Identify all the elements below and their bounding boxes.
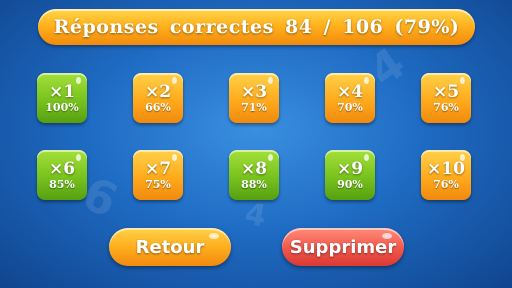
score-correct: 84 xyxy=(284,16,313,38)
table-tile-7[interactable]: ×7 75% xyxy=(133,150,183,200)
table-tile-6[interactable]: ×6 85% xyxy=(37,150,87,200)
tile-label: ×3 xyxy=(240,81,268,102)
table-tile-9[interactable]: ×9 90% xyxy=(325,150,375,200)
gloss-highlight xyxy=(76,154,81,161)
gloss-highlight xyxy=(76,77,81,84)
tile-label: ×4 xyxy=(336,81,364,102)
tile-percent: 75% xyxy=(145,177,171,191)
tile-label: ×2 xyxy=(144,81,172,102)
table-tile-2[interactable]: ×2 66% xyxy=(133,73,183,123)
tile-label: ×5 xyxy=(432,81,460,102)
table-tile-10[interactable]: ×10 76% xyxy=(421,150,471,200)
gloss-highlight xyxy=(364,77,369,84)
tile-percent: 90% xyxy=(337,177,363,191)
gloss-highlight xyxy=(268,77,273,84)
tile-percent: 85% xyxy=(49,177,75,191)
back-button[interactable]: Retour xyxy=(109,228,231,266)
tile-percent: 71% xyxy=(241,100,267,114)
gloss-highlight xyxy=(382,233,392,239)
tile-label: ×8 xyxy=(240,158,268,179)
tile-label: ×7 xyxy=(144,158,172,179)
tile-label: ×6 xyxy=(48,158,76,179)
score-banner: Réponses correctes 84 / 106 (79%) xyxy=(38,9,475,45)
gloss-highlight xyxy=(460,154,465,161)
tile-percent: 76% xyxy=(433,100,459,114)
gloss-highlight xyxy=(172,77,177,84)
delete-button-label: Supprimer xyxy=(289,236,397,258)
tile-percent: 88% xyxy=(241,177,267,191)
tile-label: ×9 xyxy=(336,158,364,179)
gloss-highlight xyxy=(364,154,369,161)
tile-percent: 66% xyxy=(145,100,171,114)
tile-label: ×1 xyxy=(48,81,76,102)
tile-percent: 76% xyxy=(433,177,459,191)
score-total: 106 xyxy=(342,16,384,38)
delete-button[interactable]: Supprimer xyxy=(282,228,404,266)
gloss-highlight xyxy=(172,154,177,161)
table-tile-5[interactable]: ×5 76% xyxy=(421,73,471,123)
table-tile-4[interactable]: ×4 70% xyxy=(325,73,375,123)
tile-percent: 100% xyxy=(45,100,79,114)
score-separator: / xyxy=(323,16,331,38)
table-tile-1[interactable]: ×1 100% xyxy=(37,73,87,123)
gloss-highlight xyxy=(209,233,219,239)
table-tile-8[interactable]: ×8 88% xyxy=(229,150,279,200)
score-label: Réponses correctes xyxy=(53,16,274,38)
score-summary: Réponses correctes 84 / 106 (79%) xyxy=(54,16,460,38)
gloss-highlight xyxy=(460,77,465,84)
score-percent: (79%) xyxy=(394,16,460,38)
tile-percent: 70% xyxy=(337,100,363,114)
background-decoration: 4 xyxy=(242,196,269,235)
table-tile-3[interactable]: ×3 71% xyxy=(229,73,279,123)
gloss-highlight xyxy=(268,154,273,161)
tile-label: ×10 xyxy=(427,158,465,179)
back-button-label: Retour xyxy=(135,236,205,258)
